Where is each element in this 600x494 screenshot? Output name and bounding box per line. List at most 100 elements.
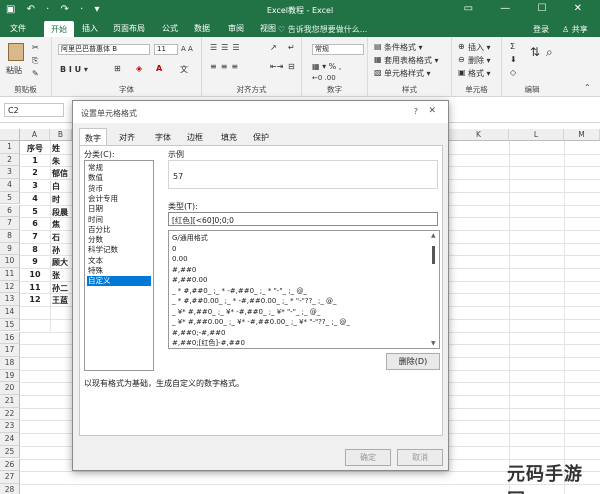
merge-center-icon[interactable]: ⊟ — [288, 62, 295, 71]
fill-color-icon[interactable]: ◈ — [136, 64, 142, 73]
format-code-item[interactable]: G/通用格式 — [172, 233, 208, 243]
login-link[interactable]: 登录 — [533, 24, 549, 35]
cell-a4[interactable]: 3 — [20, 181, 50, 190]
row-header-4[interactable]: 4 — [0, 179, 20, 192]
collapse-ribbon-icon[interactable]: ⌃ — [584, 83, 591, 92]
cell-a5[interactable]: 4 — [20, 194, 50, 203]
row-header-18[interactable]: 18 — [0, 356, 20, 370]
tab-formulas[interactable]: 公式 — [162, 23, 178, 34]
format-code-item[interactable]: _ ¥* #,##0_ ;_ ¥* -#,##0_ ;_ ¥* "-"_ ;_ … — [172, 307, 320, 317]
cell-a7[interactable]: 6 — [20, 219, 50, 228]
tab-protection[interactable]: 保护 — [253, 128, 269, 145]
category-item[interactable]: 常规 — [87, 163, 151, 173]
format-code-item[interactable]: #,##0 — [172, 265, 196, 275]
window-controls[interactable]: ▭ — ☐ ✕ — [464, 3, 594, 14]
column-header-l[interactable]: L — [509, 129, 564, 141]
cell-a6[interactable]: 5 — [20, 207, 50, 216]
row-header-28[interactable]: 28 — [0, 483, 20, 494]
font-name-select[interactable]: 阿里巴巴普惠体 B — [58, 44, 150, 55]
copy-icon[interactable]: ⎘ — [32, 56, 38, 66]
category-item[interactable]: 特殊 — [87, 266, 151, 276]
category-list[interactable]: 常规 数值 货币 会计专用 日期 时间 百分比 分数 科学记数 文本 特殊 自定义 — [84, 160, 154, 371]
tell-me-search[interactable]: ♡ 告诉我您想要做什么... — [278, 24, 367, 35]
ok-button[interactable]: 确定 — [345, 449, 391, 466]
tab-fill[interactable]: 填充 — [221, 128, 237, 145]
format-code-item[interactable]: _ * #,##0.00_ ;_ * -#,##0.00_ ;_ * "-"??… — [172, 296, 337, 306]
dialog-close-button[interactable]: ✕ — [428, 106, 436, 116]
border-icon[interactable]: ⊞ — [114, 64, 121, 73]
category-item[interactable]: 日期 — [87, 204, 151, 214]
row-header-2[interactable]: 2 — [0, 153, 20, 167]
insert-cells-button[interactable]: 插入 ▾ — [468, 42, 491, 53]
paste-button[interactable]: 粘贴 — [6, 65, 22, 76]
row-header-21[interactable]: 21 — [0, 395, 20, 408]
format-code-item[interactable]: _ * #,##0_ ;_ * -#,##0_ ;_ * "-"_ ;_ @_ — [172, 286, 307, 296]
delete-format-button[interactable]: 删除(D) — [386, 353, 440, 370]
row-header-12[interactable]: 12 — [0, 280, 20, 294]
font-size-select[interactable]: 11 — [154, 44, 178, 55]
type-input[interactable]: [红色][<60]0;0;0 — [168, 212, 438, 226]
autosum-icon[interactable]: Σ — [510, 42, 515, 51]
indent-icons[interactable]: ⇤⇥ — [270, 62, 283, 71]
font-size-controls[interactable]: A A — [181, 45, 193, 53]
name-box[interactable]: C2 — [4, 103, 64, 117]
tab-font[interactable]: 字体 — [155, 128, 171, 145]
tab-border[interactable]: 边框 — [187, 128, 203, 145]
tab-data[interactable]: 数据 — [194, 23, 210, 34]
column-header-b[interactable]: B — [50, 129, 72, 141]
column-header-k[interactable]: K — [449, 129, 509, 141]
number-symbol-buttons[interactable]: ▦ ▾ % , — [312, 62, 341, 71]
tab-alignment[interactable]: 对齐 — [119, 128, 135, 145]
format-code-item[interactable]: _ ¥* #,##0.00_ ;_ ¥* -#,##0.00_ ;_ ¥* "-… — [172, 317, 350, 327]
cell-a9[interactable]: 8 — [20, 245, 50, 254]
row-header-20[interactable]: 20 — [0, 382, 20, 395]
cell-a12[interactable]: 11 — [20, 283, 50, 292]
tab-home[interactable]: 开始 — [44, 21, 74, 37]
row-header-26[interactable]: 26 — [0, 458, 20, 472]
clear-icon[interactable]: ◇ — [510, 68, 516, 77]
category-item[interactable]: 货币 — [87, 184, 151, 194]
horizontal-align-icons[interactable]: ≡≡≡ — [210, 62, 242, 71]
row-header-22[interactable]: 22 — [0, 407, 20, 421]
row-header-24[interactable]: 24 — [0, 433, 20, 446]
format-code-item[interactable]: 0 — [172, 244, 176, 254]
category-item[interactable]: 会计专用 — [87, 194, 151, 204]
column-header-m[interactable]: M — [564, 129, 600, 141]
table-format-button[interactable]: 套用表格格式 ▾ — [384, 55, 439, 66]
row-header-3[interactable]: 3 — [0, 166, 20, 180]
tab-view[interactable]: 视图 — [260, 23, 276, 34]
wrap-text-icon[interactable]: ↵ — [288, 43, 295, 52]
category-item[interactable]: 自定义 — [87, 276, 151, 287]
category-item[interactable]: 数值 — [87, 173, 151, 183]
cell-a10[interactable]: 9 — [20, 257, 50, 266]
category-item[interactable]: 百分比 — [87, 225, 151, 235]
row-header-19[interactable]: 19 — [0, 369, 20, 383]
cell-a2[interactable]: 1 — [20, 156, 50, 165]
vertical-align-icons[interactable]: ☰☰☰ — [210, 43, 244, 52]
row-header-10[interactable]: 10 — [0, 255, 20, 268]
tab-file[interactable]: 文件 — [10, 23, 26, 34]
decimal-buttons[interactable]: ←0 .00 — [312, 74, 336, 82]
orientation-icon[interactable]: ↗ — [270, 43, 277, 52]
row-header-14[interactable]: 14 — [0, 306, 20, 319]
row-header-13[interactable]: 13 — [0, 293, 20, 307]
format-code-item[interactable]: #,##0.00 — [172, 275, 207, 285]
cancel-button[interactable]: 取消 — [397, 449, 443, 466]
row-header-25[interactable]: 25 — [0, 445, 20, 459]
fill-icon[interactable]: ⬇ — [510, 55, 517, 64]
row-header-6[interactable]: 6 — [0, 204, 20, 218]
tab-page-layout[interactable]: 页面布局 — [113, 23, 145, 34]
column-header-a[interactable]: A — [20, 129, 50, 141]
format-code-list[interactable]: ▲ ▼ G/通用格式 0 0.00 #,##0 #,##0.00 _ * #,##0_ ;… — [168, 230, 440, 349]
cell-a8[interactable]: 7 — [20, 232, 50, 241]
row-header-9[interactable]: 9 — [0, 242, 20, 256]
scroll-up-icon[interactable]: ▲ — [431, 232, 436, 239]
dialog-help-button[interactable]: ? — [414, 107, 418, 116]
row-header-1[interactable]: 1 — [0, 141, 20, 154]
cell-a13[interactable]: 12 — [20, 295, 50, 304]
category-item[interactable]: 分数 — [87, 235, 151, 245]
row-header-23[interactable]: 23 — [0, 420, 20, 434]
row-header-5[interactable]: 5 — [0, 191, 20, 205]
category-item[interactable]: 时间 — [87, 215, 151, 225]
row-header-17[interactable]: 17 — [0, 344, 20, 357]
